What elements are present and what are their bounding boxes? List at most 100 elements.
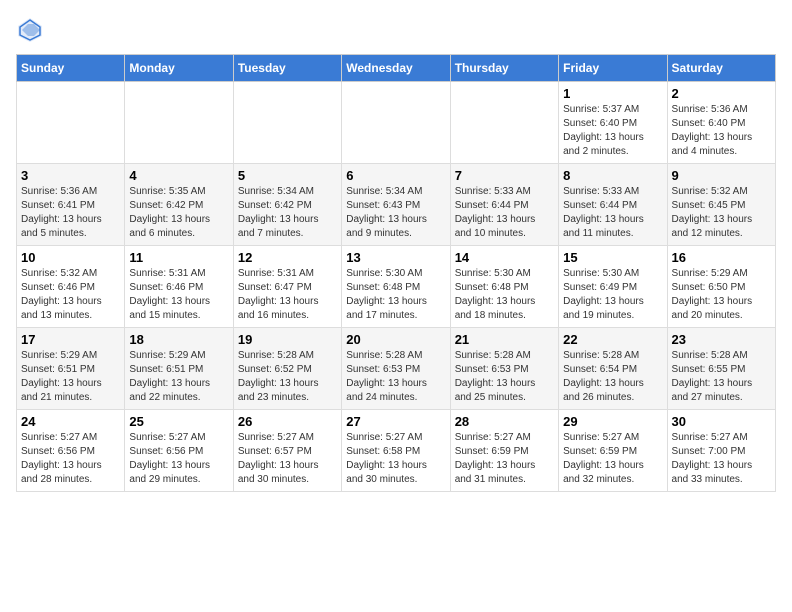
calendar-week-row: 10Sunrise: 5:32 AM Sunset: 6:46 PM Dayli… xyxy=(17,246,776,328)
calendar-cell: 23 Sunrise: 5:28 AM Sunset: 6:55 PM Dayli… xyxy=(667,328,775,410)
day-info: Sunrise: 5:27 AM Sunset: 6:56 PM Dayligh… xyxy=(129,431,228,487)
calendar-cell: 24 Sunrise: 5:27 AM Sunset: 6:56 PM Dayli… xyxy=(17,410,125,492)
day-info: Sunrise: 5:34 AM Sunset: 6:42 PM Dayligh… xyxy=(238,185,337,241)
day-info: Sunrise: 5:27 AM Sunset: 7:00 PM Dayligh… xyxy=(672,431,771,487)
day-info: Sunrise: 5:36 AM Sunset: 6:40 PM Dayligh… xyxy=(672,103,771,159)
day-number: 11 xyxy=(129,250,228,265)
header-cell-monday: Monday xyxy=(125,55,233,82)
day-number: 17 xyxy=(21,332,120,347)
day-number: 24 xyxy=(21,414,120,429)
calendar-cell: 7 Sunrise: 5:33 AM Sunset: 6:44 PM Daylig… xyxy=(450,164,558,246)
day-number: 26 xyxy=(238,414,337,429)
header-cell-saturday: Saturday xyxy=(667,55,775,82)
calendar-cell: 1 Sunrise: 5:37 AM Sunset: 6:40 PM Daylig… xyxy=(559,82,667,164)
day-number: 16 xyxy=(672,250,771,265)
calendar-cell: 18 Sunrise: 5:29 AM Sunset: 6:51 PM Dayli… xyxy=(125,328,233,410)
day-number: 3 xyxy=(21,168,120,183)
day-info: Sunrise: 5:27 AM Sunset: 6:59 PM Dayligh… xyxy=(563,431,662,487)
header-cell-tuesday: Tuesday xyxy=(233,55,341,82)
day-info: Sunrise: 5:37 AM Sunset: 6:40 PM Dayligh… xyxy=(563,103,662,159)
day-info: Sunrise: 5:34 AM Sunset: 6:43 PM Dayligh… xyxy=(346,185,445,241)
calendar-cell: 13 Sunrise: 5:30 AM Sunset: 6:48 PM Dayli… xyxy=(342,246,450,328)
calendar-cell: 28 Sunrise: 5:27 AM Sunset: 6:59 PM Dayli… xyxy=(450,410,558,492)
day-info: Sunrise: 5:31 AM Sunset: 6:46 PM Dayligh… xyxy=(129,267,228,323)
calendar-cell: 22 Sunrise: 5:28 AM Sunset: 6:54 PM Dayli… xyxy=(559,328,667,410)
calendar-cell: 30Sunrise: 5:27 AM Sunset: 7:00 PM Dayli… xyxy=(667,410,775,492)
calendar-cell: 14 Sunrise: 5:30 AM Sunset: 6:48 PM Dayli… xyxy=(450,246,558,328)
calendar-header-row: SundayMondayTuesdayWednesdayThursdayFrid… xyxy=(17,55,776,82)
calendar-cell: 8 Sunrise: 5:33 AM Sunset: 6:44 PM Daylig… xyxy=(559,164,667,246)
calendar-cell: 3 Sunrise: 5:36 AM Sunset: 6:41 PM Daylig… xyxy=(17,164,125,246)
day-number: 14 xyxy=(455,250,554,265)
day-info: Sunrise: 5:27 AM Sunset: 6:56 PM Dayligh… xyxy=(21,431,120,487)
calendar-body: 1 Sunrise: 5:37 AM Sunset: 6:40 PM Daylig… xyxy=(17,82,776,492)
day-number: 28 xyxy=(455,414,554,429)
calendar-week-row: 24 Sunrise: 5:27 AM Sunset: 6:56 PM Dayli… xyxy=(17,410,776,492)
calendar-cell: 17 Sunrise: 5:29 AM Sunset: 6:51 PM Dayli… xyxy=(17,328,125,410)
day-info: Sunrise: 5:27 AM Sunset: 6:57 PM Dayligh… xyxy=(238,431,337,487)
day-number: 8 xyxy=(563,168,662,183)
calendar-cell: 10Sunrise: 5:32 AM Sunset: 6:46 PM Dayli… xyxy=(17,246,125,328)
day-number: 15 xyxy=(563,250,662,265)
day-info: Sunrise: 5:28 AM Sunset: 6:54 PM Dayligh… xyxy=(563,349,662,405)
day-info: Sunrise: 5:30 AM Sunset: 6:48 PM Dayligh… xyxy=(346,267,445,323)
day-info: Sunrise: 5:29 AM Sunset: 6:51 PM Dayligh… xyxy=(21,349,120,405)
day-info: Sunrise: 5:31 AM Sunset: 6:47 PM Dayligh… xyxy=(238,267,337,323)
calendar-cell: 21Sunrise: 5:28 AM Sunset: 6:53 PM Dayli… xyxy=(450,328,558,410)
day-info: Sunrise: 5:28 AM Sunset: 6:52 PM Dayligh… xyxy=(238,349,337,405)
day-number: 9 xyxy=(672,168,771,183)
day-info: Sunrise: 5:30 AM Sunset: 6:49 PM Dayligh… xyxy=(563,267,662,323)
day-number: 12 xyxy=(238,250,337,265)
header-cell-thursday: Thursday xyxy=(450,55,558,82)
calendar-cell: 4Sunrise: 5:35 AM Sunset: 6:42 PM Daylig… xyxy=(125,164,233,246)
day-number: 21 xyxy=(455,332,554,347)
day-number: 20 xyxy=(346,332,445,347)
day-info: Sunrise: 5:36 AM Sunset: 6:41 PM Dayligh… xyxy=(21,185,120,241)
calendar-cell: 26 Sunrise: 5:27 AM Sunset: 6:57 PM Dayli… xyxy=(233,410,341,492)
day-info: Sunrise: 5:33 AM Sunset: 6:44 PM Dayligh… xyxy=(563,185,662,241)
logo xyxy=(16,16,48,44)
day-number: 27 xyxy=(346,414,445,429)
day-number: 18 xyxy=(129,332,228,347)
calendar-cell: 9 Sunrise: 5:32 AM Sunset: 6:45 PM Daylig… xyxy=(667,164,775,246)
calendar-cell: 12 Sunrise: 5:31 AM Sunset: 6:47 PM Dayli… xyxy=(233,246,341,328)
day-info: Sunrise: 5:29 AM Sunset: 6:51 PM Dayligh… xyxy=(129,349,228,405)
header-cell-wednesday: Wednesday xyxy=(342,55,450,82)
calendar-cell: 16 Sunrise: 5:29 AM Sunset: 6:50 PM Dayli… xyxy=(667,246,775,328)
day-info: Sunrise: 5:28 AM Sunset: 6:55 PM Dayligh… xyxy=(672,349,771,405)
day-number: 2 xyxy=(672,86,771,101)
day-info: Sunrise: 5:27 AM Sunset: 6:58 PM Dayligh… xyxy=(346,431,445,487)
calendar-cell: 20 Sunrise: 5:28 AM Sunset: 6:53 PM Dayli… xyxy=(342,328,450,410)
day-info: Sunrise: 5:33 AM Sunset: 6:44 PM Dayligh… xyxy=(455,185,554,241)
day-number: 29 xyxy=(563,414,662,429)
day-number: 1 xyxy=(563,86,662,101)
calendar-cell: 5 Sunrise: 5:34 AM Sunset: 6:42 PM Daylig… xyxy=(233,164,341,246)
calendar-cell: 15 Sunrise: 5:30 AM Sunset: 6:49 PM Dayli… xyxy=(559,246,667,328)
day-number: 5 xyxy=(238,168,337,183)
day-number: 13 xyxy=(346,250,445,265)
day-info: Sunrise: 5:27 AM Sunset: 6:59 PM Dayligh… xyxy=(455,431,554,487)
day-number: 19 xyxy=(238,332,337,347)
day-number: 23 xyxy=(672,332,771,347)
day-number: 25 xyxy=(129,414,228,429)
day-number: 22 xyxy=(563,332,662,347)
calendar-cell: 2 Sunrise: 5:36 AM Sunset: 6:40 PM Daylig… xyxy=(667,82,775,164)
day-number: 4 xyxy=(129,168,228,183)
calendar-cell xyxy=(17,82,125,164)
header-cell-friday: Friday xyxy=(559,55,667,82)
calendar-cell xyxy=(342,82,450,164)
day-info: Sunrise: 5:29 AM Sunset: 6:50 PM Dayligh… xyxy=(672,267,771,323)
calendar-cell: 29 Sunrise: 5:27 AM Sunset: 6:59 PM Dayli… xyxy=(559,410,667,492)
day-number: 7 xyxy=(455,168,554,183)
calendar-cell: 19 Sunrise: 5:28 AM Sunset: 6:52 PM Dayli… xyxy=(233,328,341,410)
calendar-cell: 6 Sunrise: 5:34 AM Sunset: 6:43 PM Daylig… xyxy=(342,164,450,246)
day-info: Sunrise: 5:32 AM Sunset: 6:45 PM Dayligh… xyxy=(672,185,771,241)
day-number: 6 xyxy=(346,168,445,183)
calendar-cell xyxy=(450,82,558,164)
day-info: Sunrise: 5:28 AM Sunset: 6:53 PM Dayligh… xyxy=(346,349,445,405)
calendar-week-row: 1 Sunrise: 5:37 AM Sunset: 6:40 PM Daylig… xyxy=(17,82,776,164)
page-header xyxy=(16,16,776,44)
day-info: Sunrise: 5:30 AM Sunset: 6:48 PM Dayligh… xyxy=(455,267,554,323)
calendar-week-row: 17 Sunrise: 5:29 AM Sunset: 6:51 PM Dayli… xyxy=(17,328,776,410)
calendar-cell: 27 Sunrise: 5:27 AM Sunset: 6:58 PM Dayli… xyxy=(342,410,450,492)
